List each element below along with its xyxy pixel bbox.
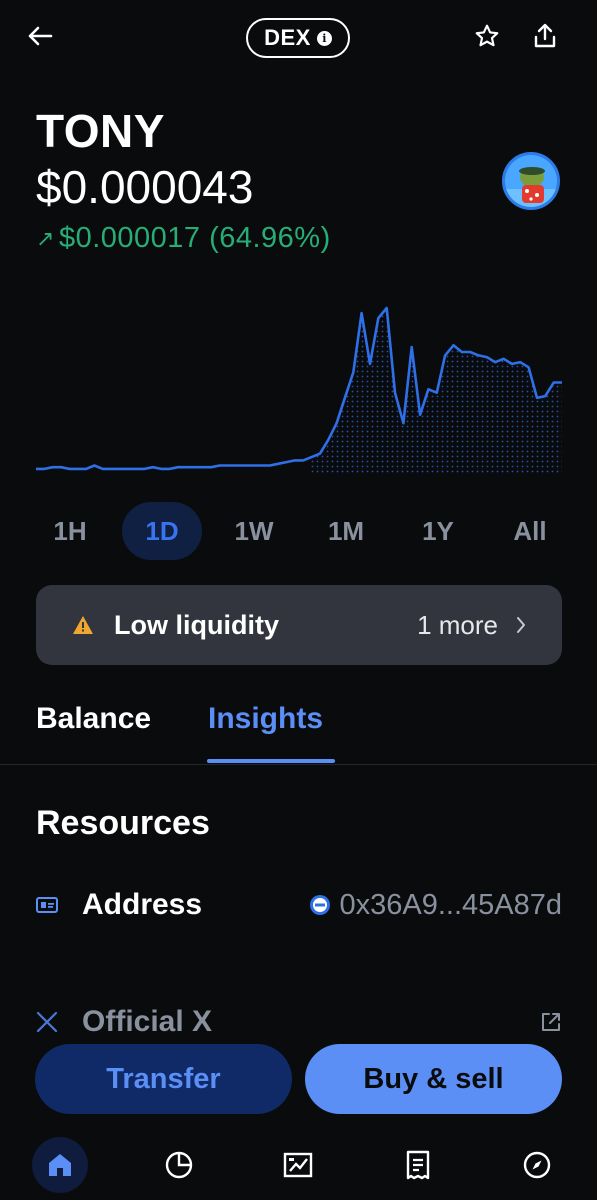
dex-label: DEX — [264, 25, 311, 50]
info-icon: i — [316, 30, 332, 46]
nav-trade[interactable] — [270, 1137, 326, 1193]
transfer-button[interactable]: Transfer — [35, 1044, 292, 1114]
portfolio-icon — [164, 1150, 194, 1180]
back-button[interactable] — [22, 18, 58, 54]
official-x-row[interactable]: Official X — [36, 1000, 562, 1044]
active-tab-indicator — [207, 759, 335, 763]
address-row[interactable]: Address 0x36A9...45A87d — [36, 882, 562, 928]
nav-transactions[interactable] — [390, 1137, 446, 1193]
price-value: $0.000043 — [36, 161, 254, 213]
token-price: $0.000043 — [36, 160, 253, 214]
range-1m-button[interactable]: 1M — [306, 502, 386, 560]
price-change-value: $0.000017 (64.96%) — [58, 222, 331, 254]
range-all-button[interactable]: All — [490, 502, 570, 560]
dex-badge[interactable]: DEX i — [246, 18, 350, 58]
time-range-selector: 1H 1D 1W 1M 1Y All — [30, 502, 570, 560]
buy-sell-button[interactable]: Buy & sell — [305, 1044, 562, 1114]
address-label: Address — [82, 888, 203, 921]
range-1y-button[interactable]: 1Y — [398, 502, 478, 560]
liquidity-warning-banner[interactable]: Low liquidity 1 more — [36, 585, 562, 665]
official-x-label: Official X — [82, 1005, 213, 1038]
range-1h-button[interactable]: 1H — [30, 502, 110, 560]
warning-text: Low liquidity — [114, 609, 279, 640]
arrow-left-icon — [27, 25, 53, 47]
trend-up-arrow-icon: ↗ — [36, 225, 55, 251]
transactions-icon — [406, 1150, 430, 1180]
nav-home[interactable] — [31, 1137, 88, 1193]
explore-icon — [522, 1150, 552, 1180]
chevron-right-icon — [516, 616, 526, 634]
nav-explore[interactable] — [509, 1137, 565, 1193]
price-change: ↗ $0.000017 (64.96%) — [36, 222, 331, 255]
nav-portfolio[interactable] — [151, 1137, 207, 1193]
external-link-icon — [540, 1011, 562, 1033]
x-logo-icon — [36, 1011, 58, 1033]
token-avatar-icon — [502, 152, 560, 210]
chain-badge-icon — [309, 894, 331, 916]
share-icon — [533, 23, 557, 49]
home-icon — [46, 1151, 74, 1179]
trade-icon — [283, 1151, 313, 1179]
token-name: TONY — [36, 105, 165, 157]
range-1d-button[interactable]: 1D — [122, 502, 202, 560]
tab-insights[interactable]: Insights — [208, 702, 323, 736]
star-icon — [474, 23, 500, 49]
section-title-resources: Resources — [36, 804, 210, 842]
tab-balance[interactable]: Balance — [36, 702, 151, 736]
tabs-divider — [0, 764, 597, 765]
range-1w-button[interactable]: 1W — [214, 502, 294, 560]
price-chart[interactable] — [36, 300, 562, 480]
bottom-navigation — [0, 1130, 597, 1200]
address-value: 0x36A9...45A87d — [339, 888, 562, 921]
address-value-group[interactable]: 0x36A9...45A87d — [309, 889, 562, 922]
favorite-button[interactable] — [470, 18, 504, 54]
warning-more-label: 1 more — [417, 609, 498, 640]
warning-more-link[interactable]: 1 more — [417, 610, 526, 641]
warning-triangle-icon — [72, 615, 94, 635]
share-button[interactable] — [528, 18, 562, 54]
id-card-icon — [36, 897, 58, 913]
